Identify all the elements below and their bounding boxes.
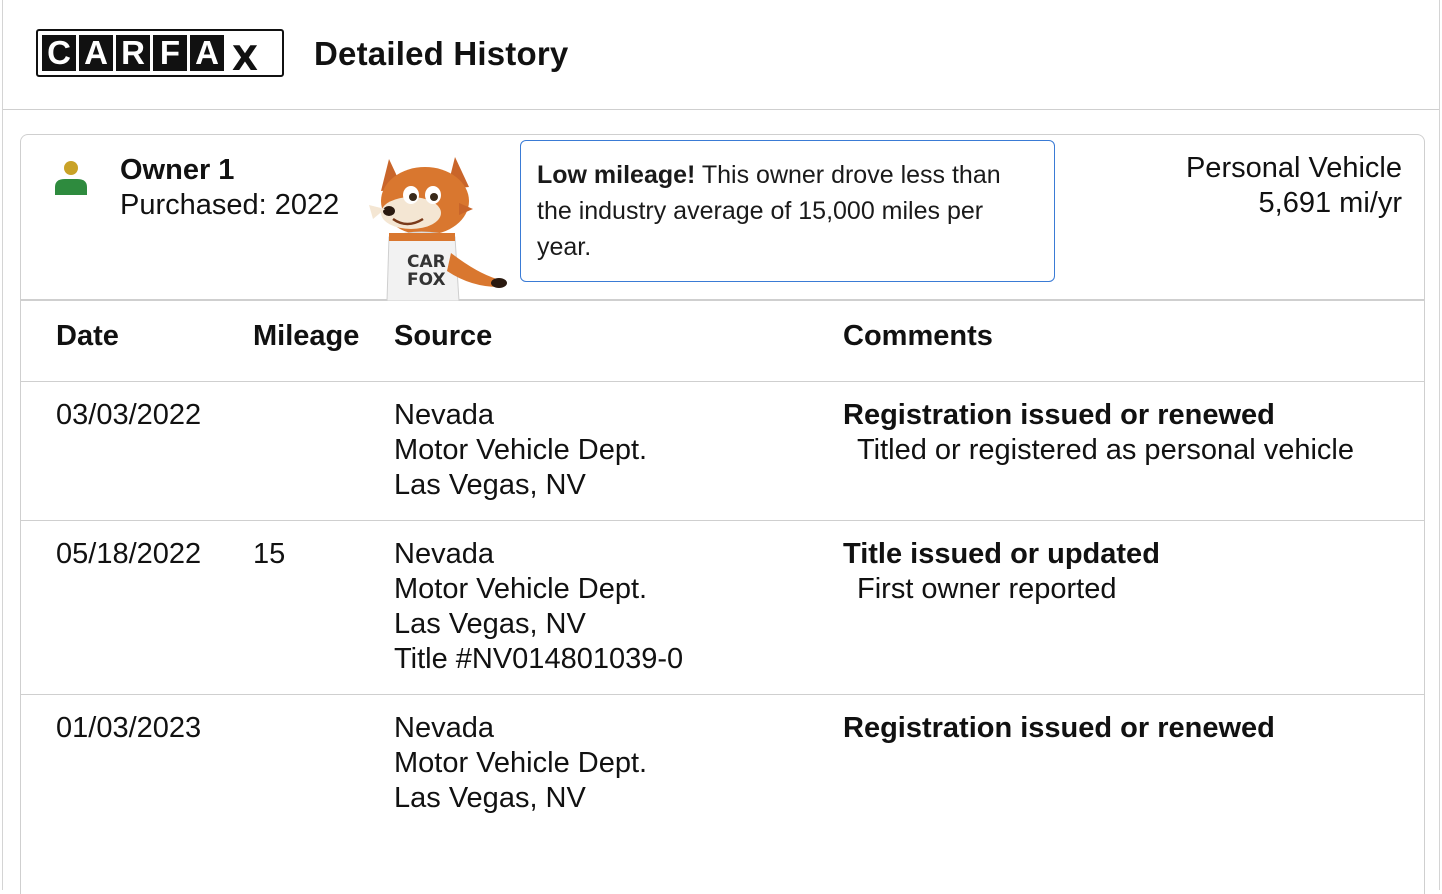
comment-title: Registration issued or renewed bbox=[843, 399, 1275, 431]
row-source: Nevada Motor Vehicle Dept. Las Vegas, NV… bbox=[394, 537, 683, 677]
row-comments: Registration issued or renewed bbox=[843, 711, 1383, 746]
source-line: Title #NV014801039-0 bbox=[394, 643, 684, 675]
low-mileage-callout: Low mileage! This owner drove less than … bbox=[520, 140, 1055, 282]
logo-letter: A bbox=[190, 35, 224, 71]
report-header: C A R F A X Detailed History bbox=[3, 0, 1439, 110]
miles-per-year: 5,691 mi/yr bbox=[1258, 187, 1402, 219]
carfox-mascot-icon: CAR FOX bbox=[369, 157, 507, 301]
fox-shirt-text: FOX bbox=[407, 270, 446, 290]
comment-detail: First owner reported bbox=[857, 573, 1117, 605]
column-header-comments: Comments bbox=[843, 320, 993, 352]
table-header-row: Date Mileage Source Comments bbox=[21, 301, 1424, 382]
comment-detail: Titled or registered as personal vehicle bbox=[857, 434, 1355, 466]
callout-highlight: Low mileage! bbox=[537, 161, 696, 189]
carfax-logo: C A R F A X bbox=[36, 29, 284, 79]
owner-summary: Owner 1 Purchased: 2022 CAR FOX Low mile… bbox=[21, 135, 1424, 301]
page-title: Detailed History bbox=[314, 35, 569, 72]
logo-letter: A bbox=[79, 35, 113, 71]
carfax-report-page: C A R F A X Detailed History Owner 1 Pur… bbox=[2, 0, 1440, 894]
person-icon bbox=[55, 161, 87, 195]
source-line: Las Vegas, NV bbox=[394, 469, 586, 501]
vehicle-usage-type: Personal Vehicle bbox=[1185, 152, 1402, 184]
row-source: Nevada Motor Vehicle Dept. Las Vegas, NV bbox=[394, 711, 647, 816]
table-row: 05/18/2022 15 Nevada Motor Vehicle Dept.… bbox=[21, 521, 1424, 695]
source-line: Nevada bbox=[394, 399, 494, 431]
fox-shirt-text: CAR bbox=[407, 252, 446, 272]
source-line: Nevada bbox=[394, 712, 494, 744]
row-comments: Registration issued or renewed Titled or… bbox=[843, 398, 1383, 468]
source-line: Las Vegas, NV bbox=[394, 608, 586, 640]
row-date: 03/03/2022 bbox=[56, 399, 202, 431]
source-line: Motor Vehicle Dept. bbox=[394, 747, 648, 779]
logo-letter-x: X bbox=[231, 39, 259, 79]
logo-letter: F bbox=[153, 35, 187, 71]
owner-purchased-year: Purchased: 2022 bbox=[120, 189, 340, 221]
history-table: Date Mileage Source Comments 03/03/2022 … bbox=[21, 301, 1424, 894]
table-row: 01/03/2023 Nevada Motor Vehicle Dept. La… bbox=[21, 695, 1424, 894]
logo-letter: C bbox=[42, 35, 76, 71]
table-row: 03/03/2022 Nevada Motor Vehicle Dept. La… bbox=[21, 382, 1424, 521]
source-line: Las Vegas, NV bbox=[394, 782, 586, 814]
row-source: Nevada Motor Vehicle Dept. Las Vegas, NV bbox=[394, 398, 647, 503]
row-comments: Title issued or updated First owner repo… bbox=[843, 537, 1383, 607]
comment-title: Registration issued or renewed bbox=[843, 712, 1275, 744]
column-header-mileage: Mileage bbox=[253, 320, 360, 352]
row-date: 05/18/2022 bbox=[56, 538, 202, 570]
logo-letter: R bbox=[116, 35, 150, 71]
source-line: Motor Vehicle Dept. bbox=[394, 573, 648, 605]
column-header-date: Date bbox=[56, 320, 119, 352]
row-date: 01/03/2023 bbox=[56, 712, 202, 744]
owner-history-card: Owner 1 Purchased: 2022 CAR FOX Low mile… bbox=[20, 134, 1425, 894]
column-header-source: Source bbox=[394, 320, 493, 352]
source-line: Nevada bbox=[394, 538, 494, 570]
source-line: Motor Vehicle Dept. bbox=[394, 434, 648, 466]
comment-title: Title issued or updated bbox=[843, 538, 1160, 570]
owner-name: Owner 1 bbox=[120, 154, 235, 186]
row-mileage: 15 bbox=[253, 538, 286, 570]
